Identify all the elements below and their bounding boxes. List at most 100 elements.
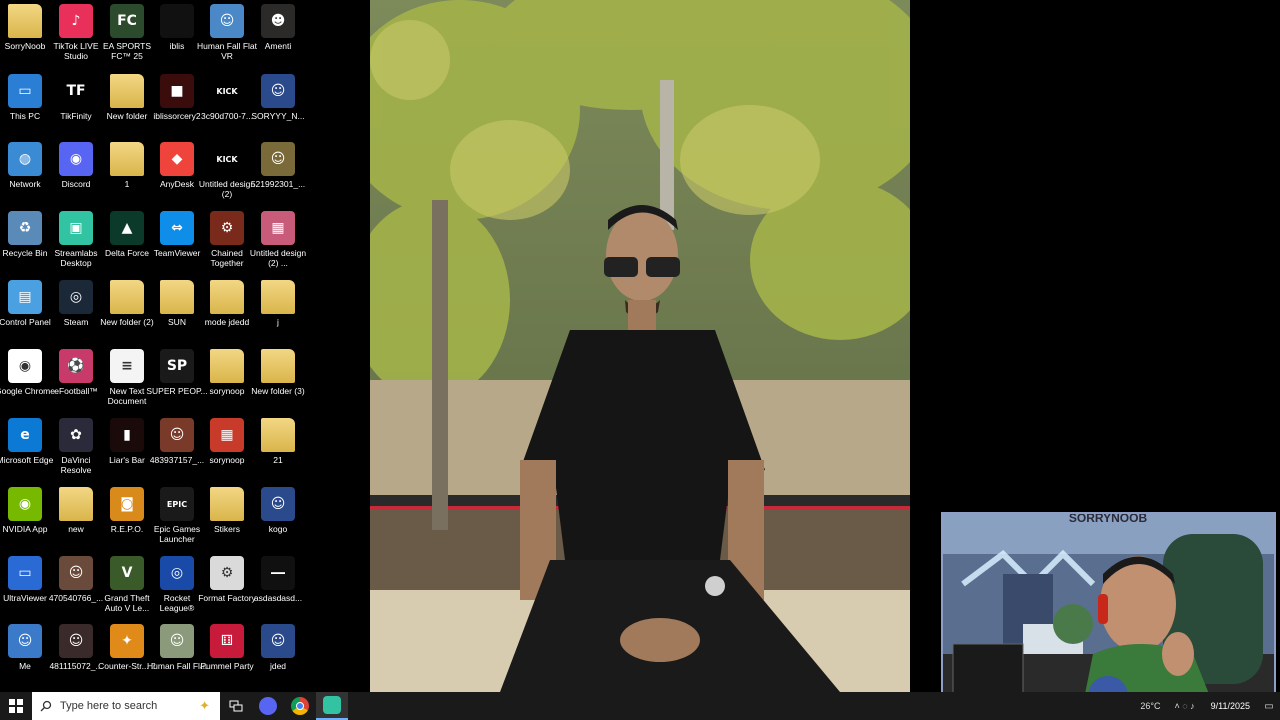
desktop-icon-ea-sports-fc-25[interactable]: FC EA SPORTS FC™ 25 xyxy=(102,4,152,61)
desktop-icon-kogo[interactable]: ☺ kogo xyxy=(253,487,303,534)
folder-icon xyxy=(261,349,295,383)
desktop-icon-chained-together[interactable]: ⚙ Chained Together xyxy=(202,211,252,268)
task-view-button[interactable] xyxy=(220,692,252,720)
desktop-icon-human-fall-flat-vr[interactable]: ☺ Human Fall Flat VR xyxy=(197,4,257,61)
folder-icon xyxy=(160,280,194,314)
desktop-icon-format-factory[interactable]: ⚙ Format Factory xyxy=(198,556,256,603)
desktop-icon-delta-force[interactable]: ▲ Delta Force xyxy=(102,211,152,258)
volume-icon[interactable]: ♪ xyxy=(1190,701,1195,711)
desktop-icon-counter-str-2[interactable]: ✦ Counter-Str... 2 xyxy=(98,624,156,671)
webcam-overlay-text: SORRYNOOB xyxy=(1069,514,1148,525)
desktop-icon-microsoft-edge[interactable]: e Microsoft Edge xyxy=(0,418,53,465)
clock[interactable]: 9/11/2025 xyxy=(1203,692,1258,720)
search-highlight-icon: ✦ xyxy=(199,698,210,713)
desktop-icon-new-folder[interactable]: New folder xyxy=(102,74,152,121)
desktop-icon-steam[interactable]: ◎ Steam xyxy=(51,280,101,327)
desktop-icon-efootball[interactable]: ⚽ eFootball™ xyxy=(51,349,101,396)
desktop-icon-asdasdasd[interactable]: ― asdasdasd... xyxy=(253,556,303,603)
chevron-up-icon[interactable]: ˄ xyxy=(1174,701,1179,711)
desktop-icon-iblissorcery2[interactable]: ■ iblissorcery2 xyxy=(152,74,202,121)
human-fall-flat-icon: ☺ xyxy=(160,624,194,658)
desktop-icon-tikfinity[interactable]: TF TikFinity xyxy=(51,74,101,121)
desktop-icon-network[interactable]: ◍ Network xyxy=(0,142,50,189)
desktop-icon-streamlabs-desktop[interactable]: ▣ Streamlabs Desktop xyxy=(51,211,101,268)
taskbar-streamlabs[interactable] xyxy=(316,692,348,720)
desktop-icon-untitled-design-2[interactable]: KICK Untitled design (2) xyxy=(199,142,255,199)
desktop-icon-super-peop[interactable]: SP SUPER PEOP... xyxy=(146,349,208,396)
desktop-icon-iblis[interactable]: iblis xyxy=(152,4,202,51)
481115072-icon: ☺ xyxy=(59,624,93,658)
desktop-icon-pummel-party[interactable]: ⚅ Pummel Party xyxy=(200,624,254,671)
folder-icon xyxy=(110,142,144,176)
desktop-icon-stikers[interactable]: Stikers xyxy=(202,487,252,534)
desktop-icon-rocket-league[interactable]: ◎ Rocket League® xyxy=(152,556,202,613)
microsoft-edge-icon: e xyxy=(8,418,42,452)
desktop-icon-ultraviewer[interactable]: ▭ UltraViewer xyxy=(0,556,50,603)
taskbar-discord[interactable] xyxy=(252,692,284,720)
desktop-icon-davinci-resolve[interactable]: ✿ DaVinci Resolve xyxy=(51,418,101,475)
start-button[interactable] xyxy=(0,692,32,720)
soryyy-n-icon: ☺ xyxy=(261,74,295,108)
desktop-icon-liar-s-bar[interactable]: ▮ Liar's Bar xyxy=(102,418,152,465)
desktop-icon-1[interactable]: 1 xyxy=(102,142,152,189)
desktop-icon-anydesk[interactable]: ◆ AnyDesk xyxy=(152,142,202,189)
iblis-icon xyxy=(160,4,194,38)
desktop-icon-jded[interactable]: ☺ jded xyxy=(253,624,303,671)
desktop-icon-label: j xyxy=(277,317,279,327)
desktop-icon-21[interactable]: 21 xyxy=(253,418,303,465)
desktop-icon-new-folder-3[interactable]: New folder (3) xyxy=(251,349,305,396)
network-icon[interactable]: ◌ xyxy=(1182,701,1187,711)
desktop-icon-discord[interactable]: ◉ Discord xyxy=(51,142,101,189)
desktop-icon-3c90d700-7[interactable]: KICK 3c90d700-7... xyxy=(201,74,253,121)
search-box[interactable]: Type here to search ✦ xyxy=(32,692,220,720)
task-view-icon xyxy=(229,700,243,712)
desktop-icon-nvidia-app[interactable]: ◉ NVIDIA App xyxy=(0,487,50,534)
weather-temperature[interactable]: 26°C xyxy=(1134,692,1166,720)
desktop-icon-j[interactable]: j xyxy=(253,280,303,327)
epic-games-launcher-icon: EPIC xyxy=(160,487,194,521)
recycle-bin-icon: ♻ xyxy=(8,211,42,245)
desktop-icon-481115072[interactable]: ☺ 481115072_... xyxy=(49,624,103,671)
desktop-icon-sun[interactable]: SUN xyxy=(152,280,202,327)
desktop-icon-sorrynoob[interactable]: SorryNoob xyxy=(0,4,50,51)
anydesk-icon: ◆ xyxy=(160,142,194,176)
sorynoop-icon: ▦ xyxy=(210,418,244,452)
desktop-icon-sorynoop[interactable]: ▦ sorynoop xyxy=(202,418,252,465)
desktop-icon-r-e-p-o[interactable]: ◙ R.E.P.O. xyxy=(102,487,152,534)
desktop-icon-epic-games-launcher[interactable]: EPIC Epic Games Launcher xyxy=(152,487,202,544)
desktop-icon-label: jded xyxy=(269,661,287,671)
taskbar-chrome[interactable] xyxy=(284,692,316,720)
483937157-icon: ☺ xyxy=(160,418,194,452)
windows-icon xyxy=(9,699,23,713)
system-tray-icons[interactable]: ˄ ◌ ♪ xyxy=(1166,692,1202,720)
desktop-icon-sorynoop[interactable]: sorynoop xyxy=(202,349,252,396)
desktop-icon-new[interactable]: new xyxy=(51,487,101,534)
desktop-icon-this-pc[interactable]: ▭ This PC xyxy=(0,74,50,121)
desktop-icon-soryyy-n[interactable]: ☺ SORYYY_N... xyxy=(251,74,305,121)
desktop-icon-new-folder-2[interactable]: New folder (2) xyxy=(100,280,154,327)
desktop-icon-me[interactable]: ☺ Me xyxy=(0,624,50,671)
desktop-icon-teamviewer[interactable]: ⇔ TeamViewer xyxy=(152,211,202,258)
taskbar: Type here to search ✦ 26°C ˄ ◌ ♪ 9/11/20… xyxy=(0,692,1280,720)
desktop-icon-google-chrome[interactable]: ◉ Google Chrome xyxy=(0,349,55,396)
desktop-icon-new-text-document[interactable]: ≡ New Text Document xyxy=(102,349,152,406)
folder-icon xyxy=(210,349,244,383)
desktop-icon-470540766[interactable]: ☺ 470540766_... xyxy=(49,556,103,603)
desktop-icon-521992301[interactable]: ☺ 521992301_... xyxy=(251,142,305,189)
notification-icon: ▭ xyxy=(1264,700,1274,712)
desktop-icon-amenti[interactable]: ☻ Amenti xyxy=(253,4,303,51)
desktop-icon-label: SORYYY_N... xyxy=(251,111,305,121)
desktop-icon-tiktok-live-studio[interactable]: ♪ TikTok LIVE Studio xyxy=(51,4,101,61)
discord-icon: ◉ xyxy=(59,142,93,176)
desktop-icon-483937157[interactable]: ☺ 483937157_... xyxy=(150,418,204,465)
desktop-icon-grand-theft-auto-v-le[interactable]: V Grand Theft Auto V Le... xyxy=(102,556,152,613)
webcam-overlay: SORRYNOOB xyxy=(941,512,1276,706)
desktop-icon-untitled-design-2[interactable]: ▦ Untitled design (2) ... xyxy=(250,211,306,268)
clock-date: 9/11/2025 xyxy=(1210,701,1250,711)
desktop-icon-control-panel[interactable]: ▤ Control Panel xyxy=(0,280,51,327)
notifications-button[interactable]: ▭ xyxy=(1258,692,1280,720)
desktop-icon-mode-jdedd[interactable]: mode jdedd xyxy=(202,280,252,327)
desktop-icon-human-fall-flat[interactable]: ☺ Human Fall Flat xyxy=(147,624,207,671)
desktop-icon-recycle-bin[interactable]: ♻ Recycle Bin xyxy=(0,211,50,258)
steam-icon: ◎ xyxy=(59,280,93,314)
